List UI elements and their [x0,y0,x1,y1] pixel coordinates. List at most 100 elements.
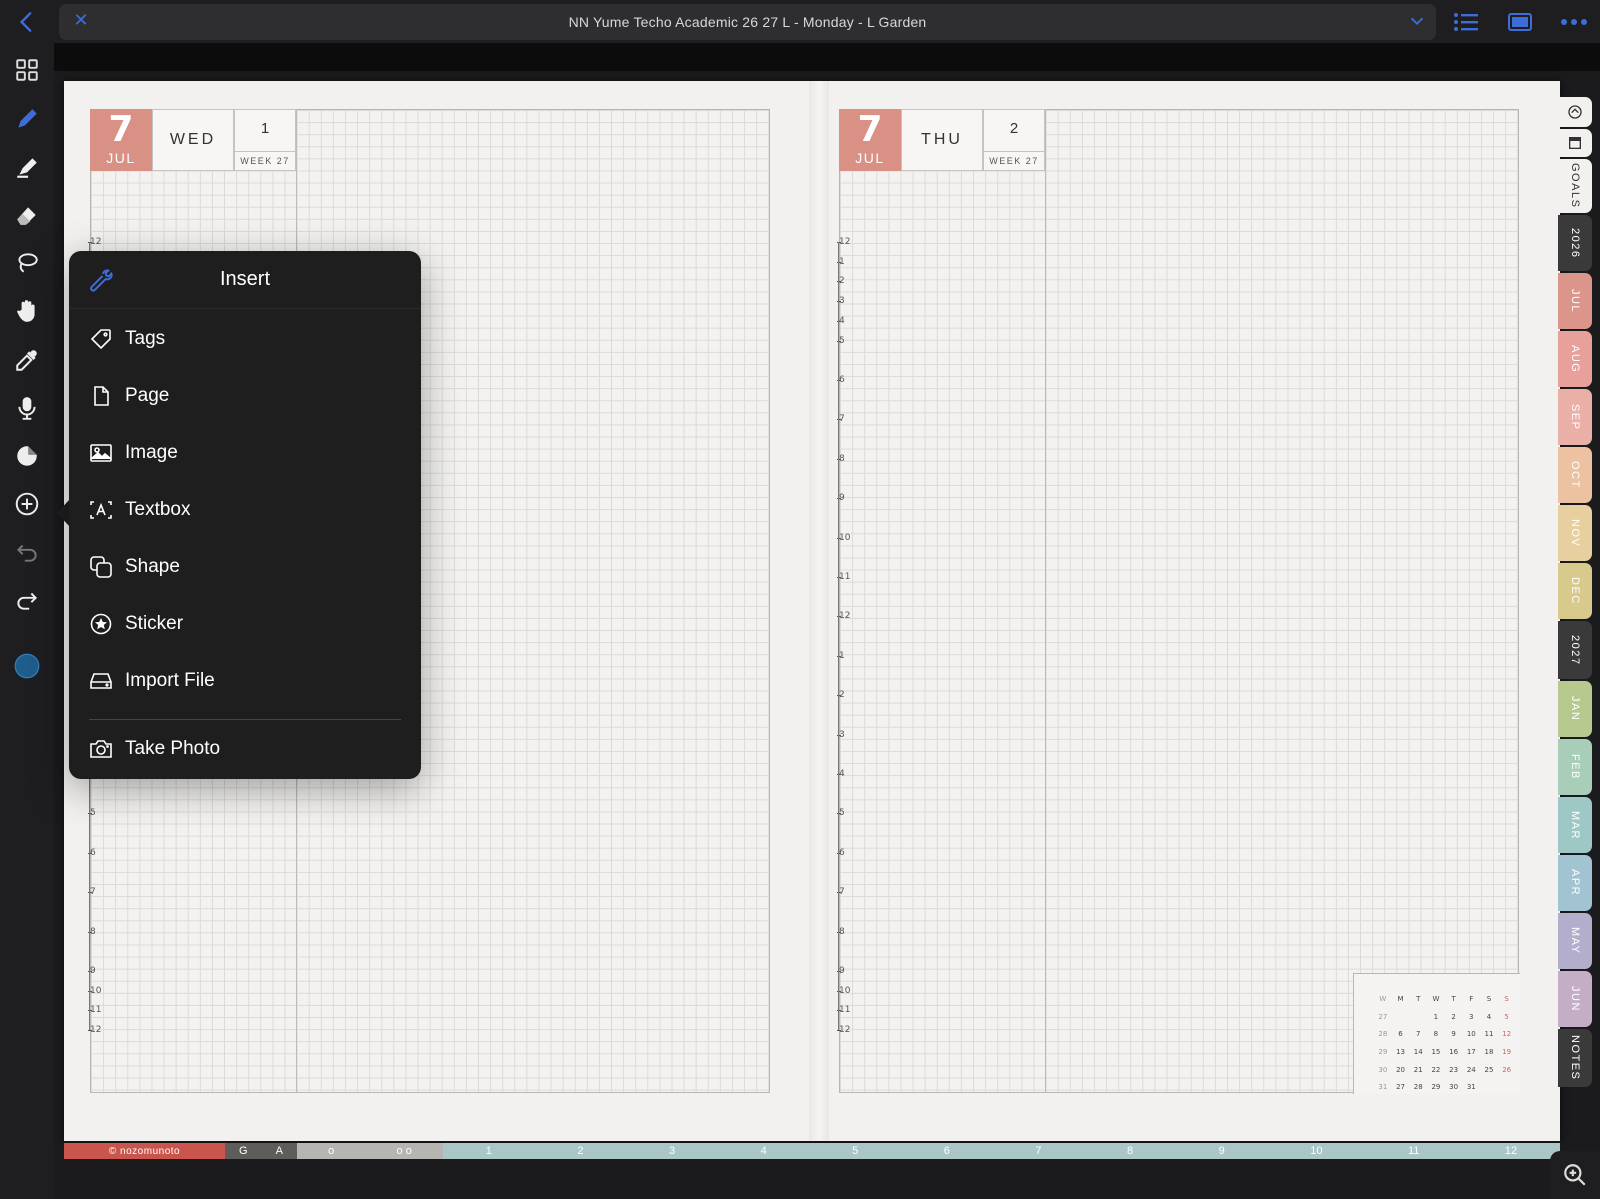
mini-calendar-day[interactable]: 5 [1498,1008,1516,1026]
mini-calendar-day[interactable]: 11 [1480,1025,1498,1043]
tab-notes[interactable]: NOTES [1558,1029,1592,1087]
list-icon[interactable] [1450,8,1482,36]
grid-icon[interactable] [7,50,47,90]
footer-month-link[interactable]: 3 [669,1145,675,1157]
tab-feb[interactable]: FEB [1558,739,1592,795]
mini-calendar-day[interactable]: 12 [1498,1025,1516,1043]
document-title-bar[interactable]: ✕ NN Yume Techo Academic 26 27 L - Monda… [59,4,1436,40]
back-icon[interactable] [7,2,47,42]
lasso-icon[interactable] [7,243,47,283]
footer-month-link[interactable]: 6 [944,1145,950,1157]
mini-calendar-day[interactable]: 30 [1445,1078,1463,1096]
tab-mar[interactable]: MAR [1558,797,1592,853]
more-icon[interactable] [1558,8,1590,36]
mini-calendar-day[interactable]: 22 [1427,1061,1445,1079]
mini-calendar-day[interactable]: 18 [1480,1043,1498,1061]
insert-take-photo-item[interactable]: Take Photo [69,720,421,778]
mini-calendar-day[interactable]: 4 [1480,1008,1498,1026]
footer-o-tab[interactable]: o [328,1145,334,1157]
insert-tags-item[interactable]: Tags [69,310,421,368]
tab-jun[interactable]: JUN [1558,971,1592,1027]
footer-month-link[interactable]: 11 [1408,1145,1419,1157]
insert-page-item[interactable]: Page [69,367,421,425]
mini-calendar-day[interactable]: 16 [1445,1043,1463,1061]
tab-goals[interactable]: GOALS [1558,159,1592,213]
insert-sticker-item[interactable]: Sticker [69,595,421,653]
footer-month-link[interactable]: 9 [1219,1145,1225,1157]
footer-month-link[interactable]: 7 [1035,1145,1041,1157]
mini-calendar-day[interactable]: 23 [1445,1061,1463,1079]
footer-oo-tab[interactable]: o o [397,1145,412,1157]
redo-icon[interactable] [7,580,47,620]
undo-icon[interactable] [7,532,47,572]
mini-calendar-day[interactable]: 3 [1462,1008,1480,1026]
mini-calendar-day[interactable]: 2 [1445,1008,1463,1026]
microphone-icon[interactable] [7,388,47,428]
eyedropper-icon[interactable] [7,340,47,380]
right-grid[interactable] [839,109,1519,1093]
mini-calendar-day[interactable]: 26 [1498,1061,1516,1079]
highlighter-icon[interactable] [7,147,47,187]
tab-label: JAN [1569,696,1581,722]
left-month: JUL [106,150,136,166]
home-tab[interactable] [1558,97,1592,127]
index-tab[interactable] [1558,129,1592,157]
sticker-tool-icon[interactable] [7,436,47,476]
footer-g-tab[interactable]: G [239,1145,248,1157]
footer-month-link[interactable]: 1 [486,1145,492,1157]
footer-month-link[interactable]: 2 [577,1145,583,1157]
tab-nov[interactable]: NOV [1558,505,1592,561]
footer-month-link[interactable]: 4 [761,1145,767,1157]
chevron-down-icon[interactable] [1406,10,1428,32]
footer-month-link[interactable]: 8 [1127,1145,1133,1157]
mini-calendar[interactable]: W M T W T F S S 27 1 2 3 4 5 28 6 7 8 9 10 11 12 29 13 14 15 16 17 1… [1353,973,1520,1094]
add-icon[interactable] [7,484,47,524]
color-swatch[interactable] [7,646,47,686]
tab-apr[interactable]: APR [1558,855,1592,911]
mini-calendar-day[interactable]: 24 [1462,1061,1480,1079]
tab-2026[interactable]: 2026 [1558,215,1592,271]
close-icon[interactable]: ✕ [69,10,93,34]
footer-month-link[interactable]: 12 [1505,1145,1517,1157]
mini-calendar-day[interactable]: 29 [1427,1078,1445,1096]
mini-calendar-day[interactable]: 31 [1462,1078,1480,1096]
insert-shape-item[interactable]: Shape [69,538,421,596]
tab-may[interactable]: MAY [1558,913,1592,969]
page-view-icon[interactable] [1504,8,1536,36]
mini-calendar-day[interactable]: 15 [1427,1043,1445,1061]
mini-calendar-day[interactable]: 28 [1409,1078,1427,1096]
mini-calendar-day[interactable]: 14 [1409,1043,1427,1061]
insert-textbox-item[interactable]: Textbox [69,481,421,539]
zoom-icon[interactable] [1550,1151,1600,1199]
tab-dec[interactable]: DEC [1558,563,1592,619]
mini-calendar-day[interactable]: 8 [1427,1025,1445,1043]
mini-calendar-day[interactable]: 20 [1392,1061,1410,1079]
tab-oct[interactable]: OCT [1558,447,1592,503]
mini-calendar-day[interactable]: 25 [1480,1061,1498,1079]
mini-calendar-day: 31 [1378,1083,1388,1092]
tab-jan[interactable]: JAN [1558,681,1592,737]
mini-calendar-day[interactable]: 9 [1445,1025,1463,1043]
mini-calendar-day[interactable]: 17 [1462,1043,1480,1061]
mini-calendar-day[interactable]: 7 [1409,1025,1427,1043]
right-page[interactable]: 7 JUL THU 2 WEEK 27 12 1 2 3 4 5 6 7 8 9 10 11 12 1 2 3… [829,81,1560,1141]
mini-calendar-day[interactable]: 27 [1392,1078,1410,1096]
insert-image-item[interactable]: Image [69,424,421,482]
pen-icon[interactable] [7,99,47,139]
mini-calendar-day[interactable]: 19 [1498,1043,1516,1061]
mini-calendar-day[interactable]: 6 [1392,1025,1410,1043]
eraser-icon[interactable] [7,195,47,235]
tab-jul[interactable]: JUL [1558,273,1592,329]
tab-sep[interactable]: SEP [1558,389,1592,445]
hand-icon[interactable] [7,291,47,331]
insert-import-file-item[interactable]: Import File [69,652,421,710]
footer-month-link[interactable]: 5 [852,1145,858,1157]
footer-a-tab[interactable]: A [276,1145,283,1157]
tab-aug[interactable]: AUG [1558,331,1592,387]
mini-calendar-day[interactable]: 10 [1462,1025,1480,1043]
mini-calendar-day[interactable]: 1 [1427,1008,1445,1026]
tab-2027[interactable]: 2027 [1558,621,1592,679]
mini-calendar-day[interactable]: 21 [1409,1061,1427,1079]
mini-calendar-day[interactable]: 13 [1392,1043,1410,1061]
footer-month-link[interactable]: 10 [1310,1145,1322,1157]
